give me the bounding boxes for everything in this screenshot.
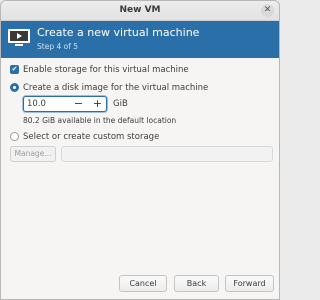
disk-size-input[interactable]: 10.0 (27, 99, 46, 109)
disk-size-stepper[interactable]: 10.0 − + (23, 96, 107, 112)
available-space-text: 80.2 GiB available in the default locati… (23, 116, 177, 125)
custom-storage-input[interactable] (61, 146, 273, 162)
create-disk-radio[interactable] (10, 83, 19, 92)
virtual-machine-icon (8, 29, 30, 46)
disk-size-unit: GiB (113, 99, 128, 109)
wizard-step: Step 4 of 5 (37, 42, 79, 51)
wizard-title: Create a new virtual machine (37, 26, 200, 39)
new-vm-window: New VM ✕ Create a new virtual machine St… (0, 0, 280, 300)
forward-button[interactable]: Forward (225, 275, 274, 292)
title-bar: New VM ✕ (1, 1, 279, 21)
back-button[interactable]: Back (174, 275, 219, 292)
manage-button[interactable]: Manage... (10, 146, 56, 162)
close-icon[interactable]: ✕ (261, 4, 274, 17)
enable-storage-label[interactable]: Enable storage for this virtual machine (23, 65, 189, 75)
decrease-button[interactable]: − (69, 97, 88, 111)
window-title: New VM (119, 5, 161, 15)
cancel-button[interactable]: Cancel (119, 275, 167, 292)
create-disk-label[interactable]: Create a disk image for the virtual mach… (23, 83, 208, 93)
wizard-header: Create a new virtual machine Step 4 of 5 (1, 21, 279, 58)
custom-storage-label[interactable]: Select or create custom storage (23, 132, 159, 142)
increase-button[interactable]: + (88, 97, 107, 111)
custom-storage-radio[interactable] (10, 132, 19, 141)
enable-storage-checkbox[interactable]: ✔ (10, 65, 19, 74)
